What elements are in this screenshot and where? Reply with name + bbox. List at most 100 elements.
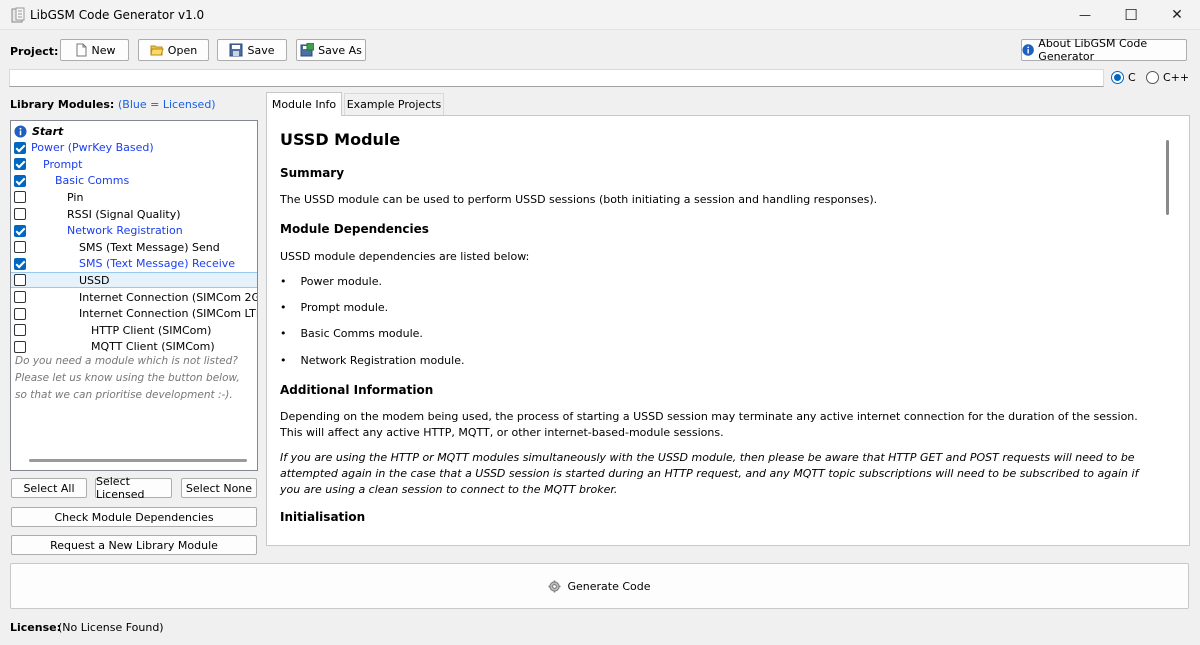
- module-label: Basic Comms: [55, 174, 130, 188]
- language-cpp-label: C++: [1163, 71, 1190, 84]
- minimize-button[interactable]: —: [1062, 0, 1108, 30]
- about-button-label: About LibGSM Code Generator: [1038, 37, 1148, 63]
- folder-open-icon: [150, 45, 164, 56]
- module-item[interactable]: SMS (Text Message) Send: [11, 239, 257, 255]
- module-label: MQTT Client (SIMCom): [91, 340, 215, 354]
- module-label: SMS (Text Message) Send: [79, 240, 220, 254]
- license-status: (No License Found): [58, 621, 164, 634]
- new-button-label: New: [91, 43, 116, 57]
- new-file-icon: [76, 43, 86, 57]
- module-item[interactable]: MQTT Client (SIMCom): [11, 339, 257, 355]
- project-path-field[interactable]: [9, 69, 1104, 87]
- module-checkbox[interactable]: [14, 274, 26, 287]
- save-as-button-label: Save As: [318, 43, 362, 57]
- module-label: Power (PwrKey Based): [31, 141, 154, 155]
- module-checkbox[interactable]: [14, 291, 26, 303]
- vertical-scrollbar[interactable]: [1166, 140, 1169, 215]
- module-checkbox[interactable]: [14, 141, 26, 154]
- language-c-label: C: [1128, 71, 1136, 84]
- module-checkbox[interactable]: [14, 191, 26, 204]
- open-button[interactable]: Open: [138, 39, 209, 61]
- close-icon: ✕: [1171, 7, 1183, 23]
- module-item[interactable]: Internet Connection (SIMCom LTE): [11, 306, 257, 322]
- tab-example-projects[interactable]: Example Projects: [344, 93, 444, 115]
- language-c-option[interactable]: C: [1111, 71, 1136, 84]
- close-button[interactable]: ✕: [1154, 0, 1200, 30]
- additional-info-note: If you are using the HTTP or MQTT module…: [280, 451, 1139, 496]
- initialisation-heading: Initialisation: [280, 510, 366, 524]
- dependencies-intro: USSD module dependencies are listed belo…: [280, 250, 530, 263]
- module-checkbox[interactable]: [14, 307, 26, 320]
- module-item[interactable]: Prompt: [11, 156, 257, 172]
- check-dependencies-button[interactable]: Check Module Dependencies: [11, 507, 257, 527]
- new-button[interactable]: New: [60, 39, 129, 61]
- module-item[interactable]: HTTP Client (SIMCom): [11, 322, 257, 338]
- select-licensed-button[interactable]: Select Licensed: [95, 475, 172, 501]
- window-title: LibGSM Code Generator v1.0: [30, 8, 205, 22]
- additional-info-heading: Additional Information: [280, 383, 434, 397]
- module-item[interactable]: SMS (Text Message) Receive: [11, 256, 257, 272]
- module-item[interactable]: Power (PwrKey Based): [11, 140, 257, 156]
- app-icon: [11, 7, 25, 23]
- module-label: RSSI (Signal Quality): [67, 207, 181, 221]
- gear-icon: [548, 579, 562, 593]
- module-checkbox[interactable]: [14, 224, 26, 237]
- title-bar: LibGSM Code Generator v1.0 — ☐ ✕: [0, 0, 1200, 30]
- dependency-item: • Basic Comms module.: [280, 327, 423, 340]
- radio-c[interactable]: [1111, 71, 1124, 84]
- maximize-button[interactable]: ☐: [1108, 0, 1154, 30]
- request-module-button[interactable]: Request a New Library Module: [11, 535, 257, 555]
- save-button[interactable]: Save: [217, 39, 287, 61]
- summary-text: The USSD module can be used to perform U…: [280, 193, 878, 206]
- project-label: Project:: [10, 45, 59, 58]
- module-item[interactable]: Pin: [11, 189, 257, 205]
- about-button[interactable]: About LibGSM Code Generator: [1021, 37, 1187, 63]
- generate-code-button[interactable]: Generate Code: [10, 563, 1189, 609]
- info-icon: [14, 124, 27, 138]
- select-none-button[interactable]: Select None: [181, 478, 257, 498]
- module-label: HTTP Client (SIMCom): [91, 323, 212, 337]
- module-label: SMS (Text Message) Receive: [79, 257, 236, 271]
- horizontal-scrollbar[interactable]: [29, 459, 247, 462]
- module-label: Internet Connection (SIMCom LTE): [79, 307, 258, 321]
- save-disk-icon: [229, 43, 243, 57]
- module-checkbox[interactable]: [14, 324, 26, 337]
- save-as-button[interactable]: Save As: [296, 39, 366, 61]
- module-request-note: so that we can prioritise development :-…: [15, 388, 233, 401]
- license-label: License:: [10, 621, 61, 634]
- info-icon: [1022, 44, 1034, 56]
- open-button-label: Open: [167, 43, 198, 57]
- select-all-button[interactable]: Select All: [11, 478, 87, 498]
- summary-heading: Summary: [280, 166, 345, 180]
- licensed-legend: (Blue = Licensed): [118, 98, 216, 111]
- language-cpp-option[interactable]: C++: [1146, 71, 1189, 84]
- module-checkbox[interactable]: [14, 340, 26, 353]
- module-checkbox[interactable]: [14, 174, 26, 187]
- radio-cpp[interactable]: [1146, 71, 1159, 84]
- tab-module-info[interactable]: Module Info: [266, 92, 342, 116]
- module-item[interactable]: Basic Comms: [11, 173, 257, 189]
- module-label: Pin: [67, 190, 84, 204]
- module-label: USSD: [79, 273, 110, 287]
- module-label: Network Registration: [67, 224, 183, 238]
- dependencies-heading: Module Dependencies: [280, 222, 429, 236]
- module-item[interactable]: Start: [11, 123, 257, 139]
- module-info-document: USSD Module Summary The USSD module can …: [276, 123, 1162, 541]
- minimize-icon: —: [1079, 8, 1091, 22]
- module-label: Prompt: [43, 157, 83, 171]
- maximize-icon: ☐: [1124, 6, 1138, 24]
- module-checkbox[interactable]: [14, 257, 26, 270]
- module-item[interactable]: RSSI (Signal Quality): [11, 206, 257, 222]
- module-item[interactable]: USSD: [11, 272, 257, 289]
- module-item[interactable]: Network Registration: [11, 223, 257, 239]
- save-button-label: Save: [247, 43, 275, 57]
- generate-code-label: Generate Code: [567, 579, 651, 593]
- module-label: Start: [32, 124, 64, 138]
- module-request-note: Please let us know using the button belo…: [15, 372, 240, 384]
- dependency-item: • Prompt module.: [280, 301, 389, 314]
- module-checkbox[interactable]: [14, 158, 26, 171]
- module-checkbox[interactable]: [14, 241, 26, 254]
- module-item[interactable]: Internet Connection (SIMCom 2G): [11, 289, 257, 305]
- module-checkbox[interactable]: [14, 208, 26, 220]
- module-list[interactable]: Start Power (PwrKey Based) Prompt Basic Com…: [10, 120, 258, 471]
